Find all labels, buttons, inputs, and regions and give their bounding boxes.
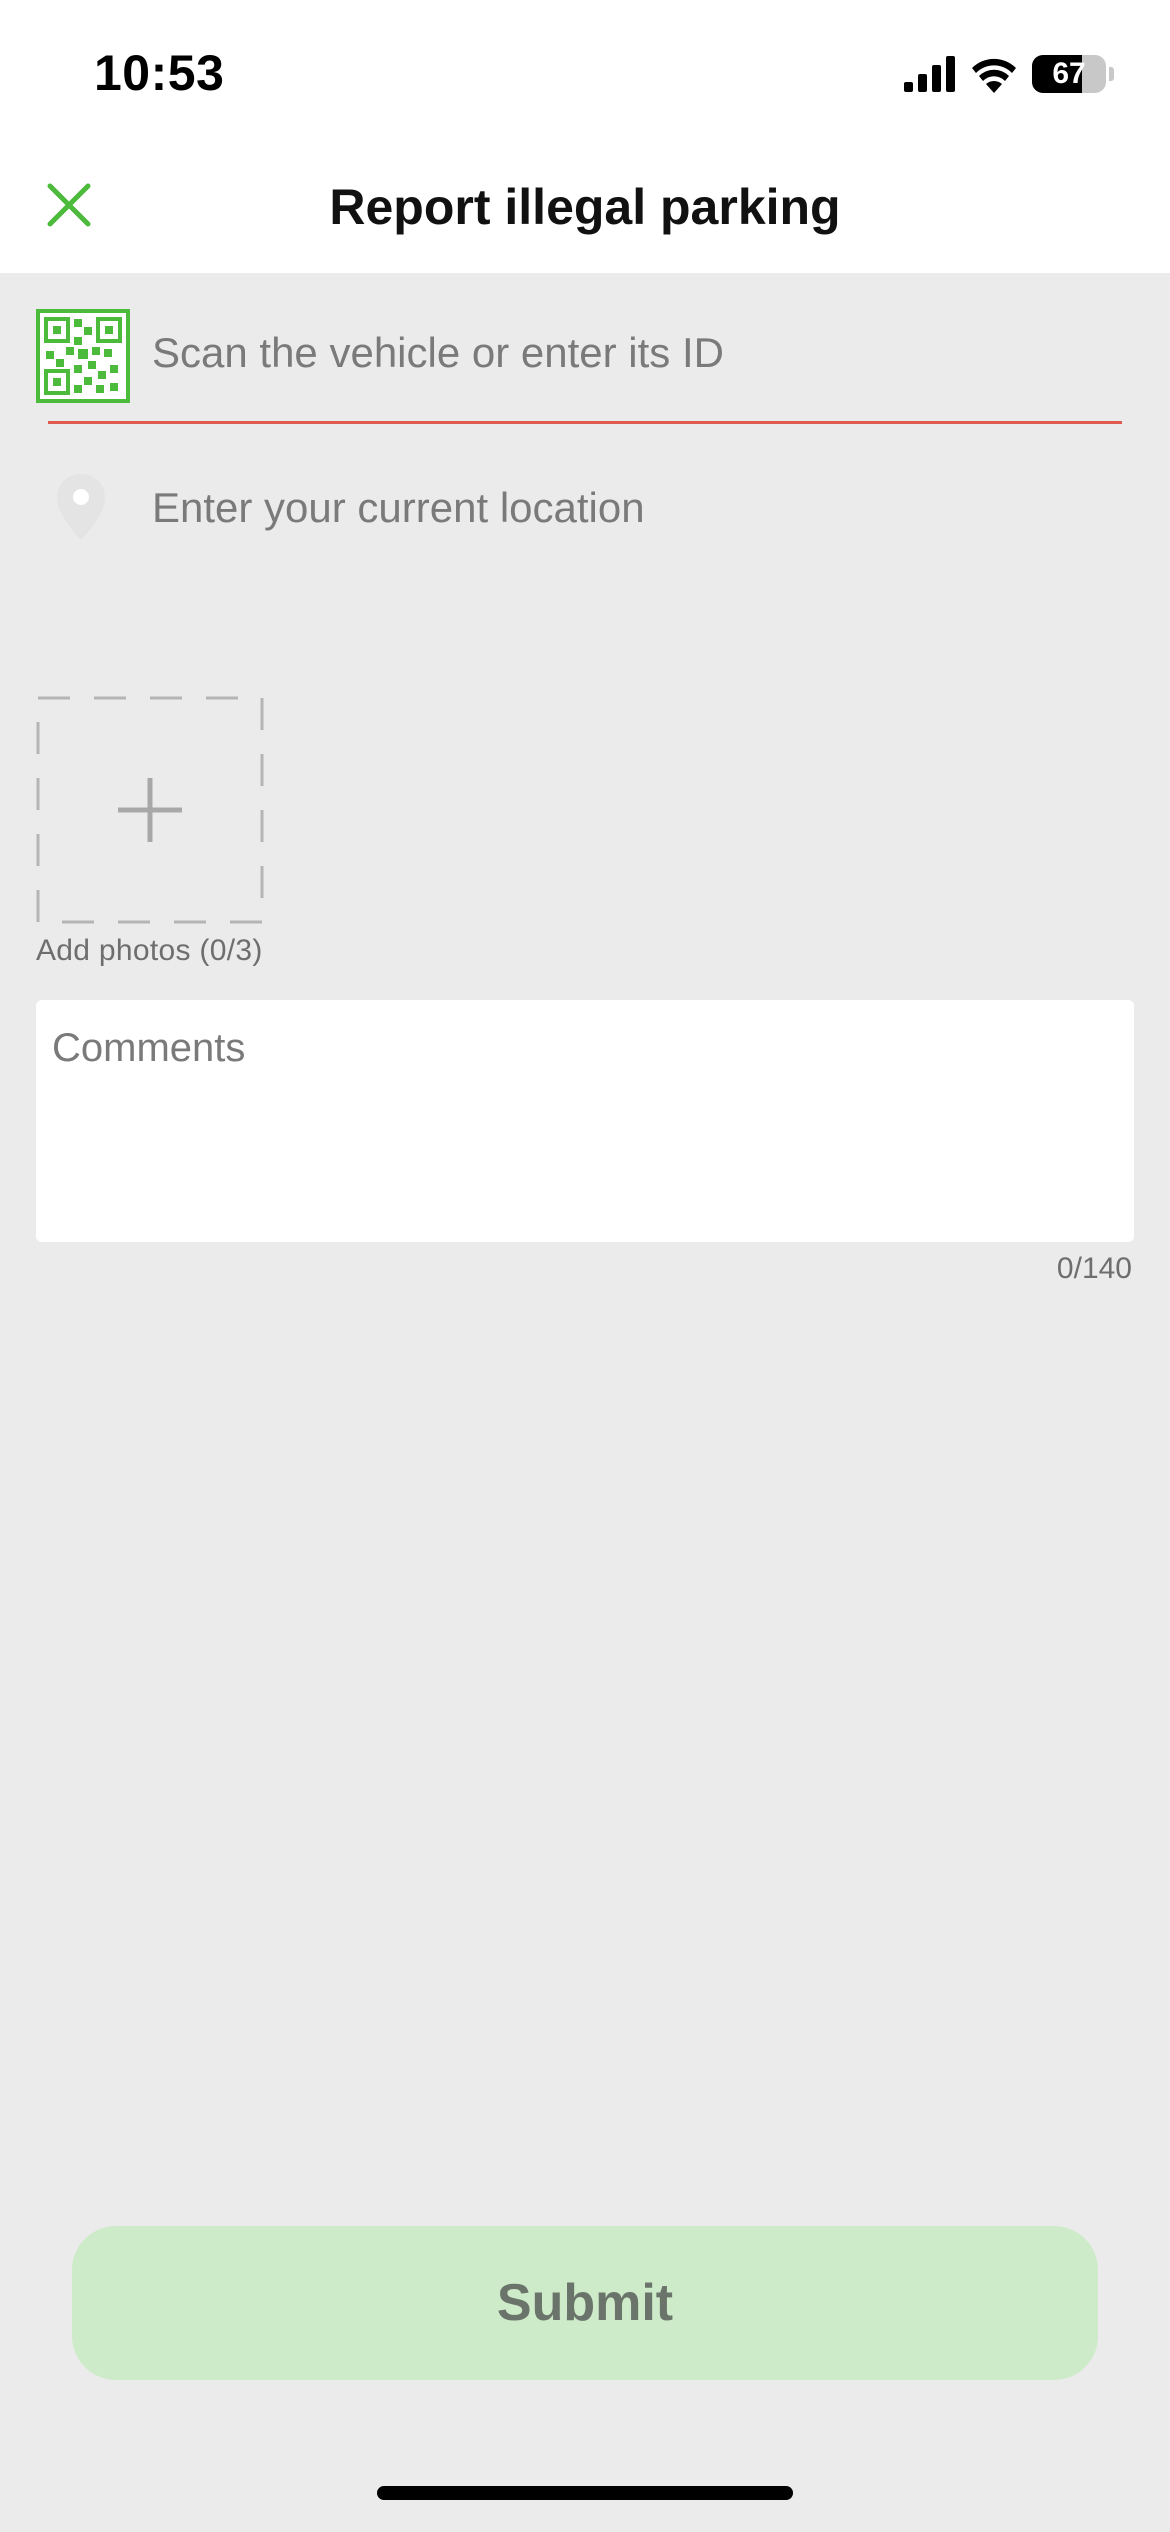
battery-tip xyxy=(1109,67,1114,81)
vehicle-id-underline xyxy=(48,421,1122,424)
wifi-icon xyxy=(972,58,1016,93)
battery-icon: 67 xyxy=(1032,55,1106,93)
qr-code-icon[interactable] xyxy=(36,309,130,403)
location-pin-icon xyxy=(57,474,105,540)
location-input[interactable] xyxy=(152,468,1112,548)
home-indicator[interactable] xyxy=(377,2486,793,2500)
vehicle-id-row xyxy=(0,273,1170,425)
cellular-signal-icon xyxy=(904,56,955,92)
comments-textarea[interactable] xyxy=(36,1000,1134,1242)
add-photo-button[interactable] xyxy=(36,696,264,924)
battery-level: 67 xyxy=(1052,57,1086,90)
submit-button[interactable]: Submit xyxy=(72,2226,1098,2380)
add-photos-caption: Add photos (0/3) xyxy=(36,934,263,967)
vehicle-id-input[interactable] xyxy=(152,313,1112,393)
status-icons: 67 xyxy=(904,52,1114,96)
report-parking-screen: 10:53 67 Report illegal parking Scan the… xyxy=(0,0,1170,2532)
page-title: Report illegal parking xyxy=(329,179,841,235)
comments-char-count: 0/140 xyxy=(1056,1252,1132,1285)
nav-header: Report illegal parking xyxy=(0,150,1170,273)
status-time: 10:53 xyxy=(94,45,225,101)
plus-icon xyxy=(118,778,182,842)
add-photo-frame xyxy=(36,696,264,924)
status-bar: 10:53 67 xyxy=(0,0,1170,150)
location-row xyxy=(0,450,1170,570)
